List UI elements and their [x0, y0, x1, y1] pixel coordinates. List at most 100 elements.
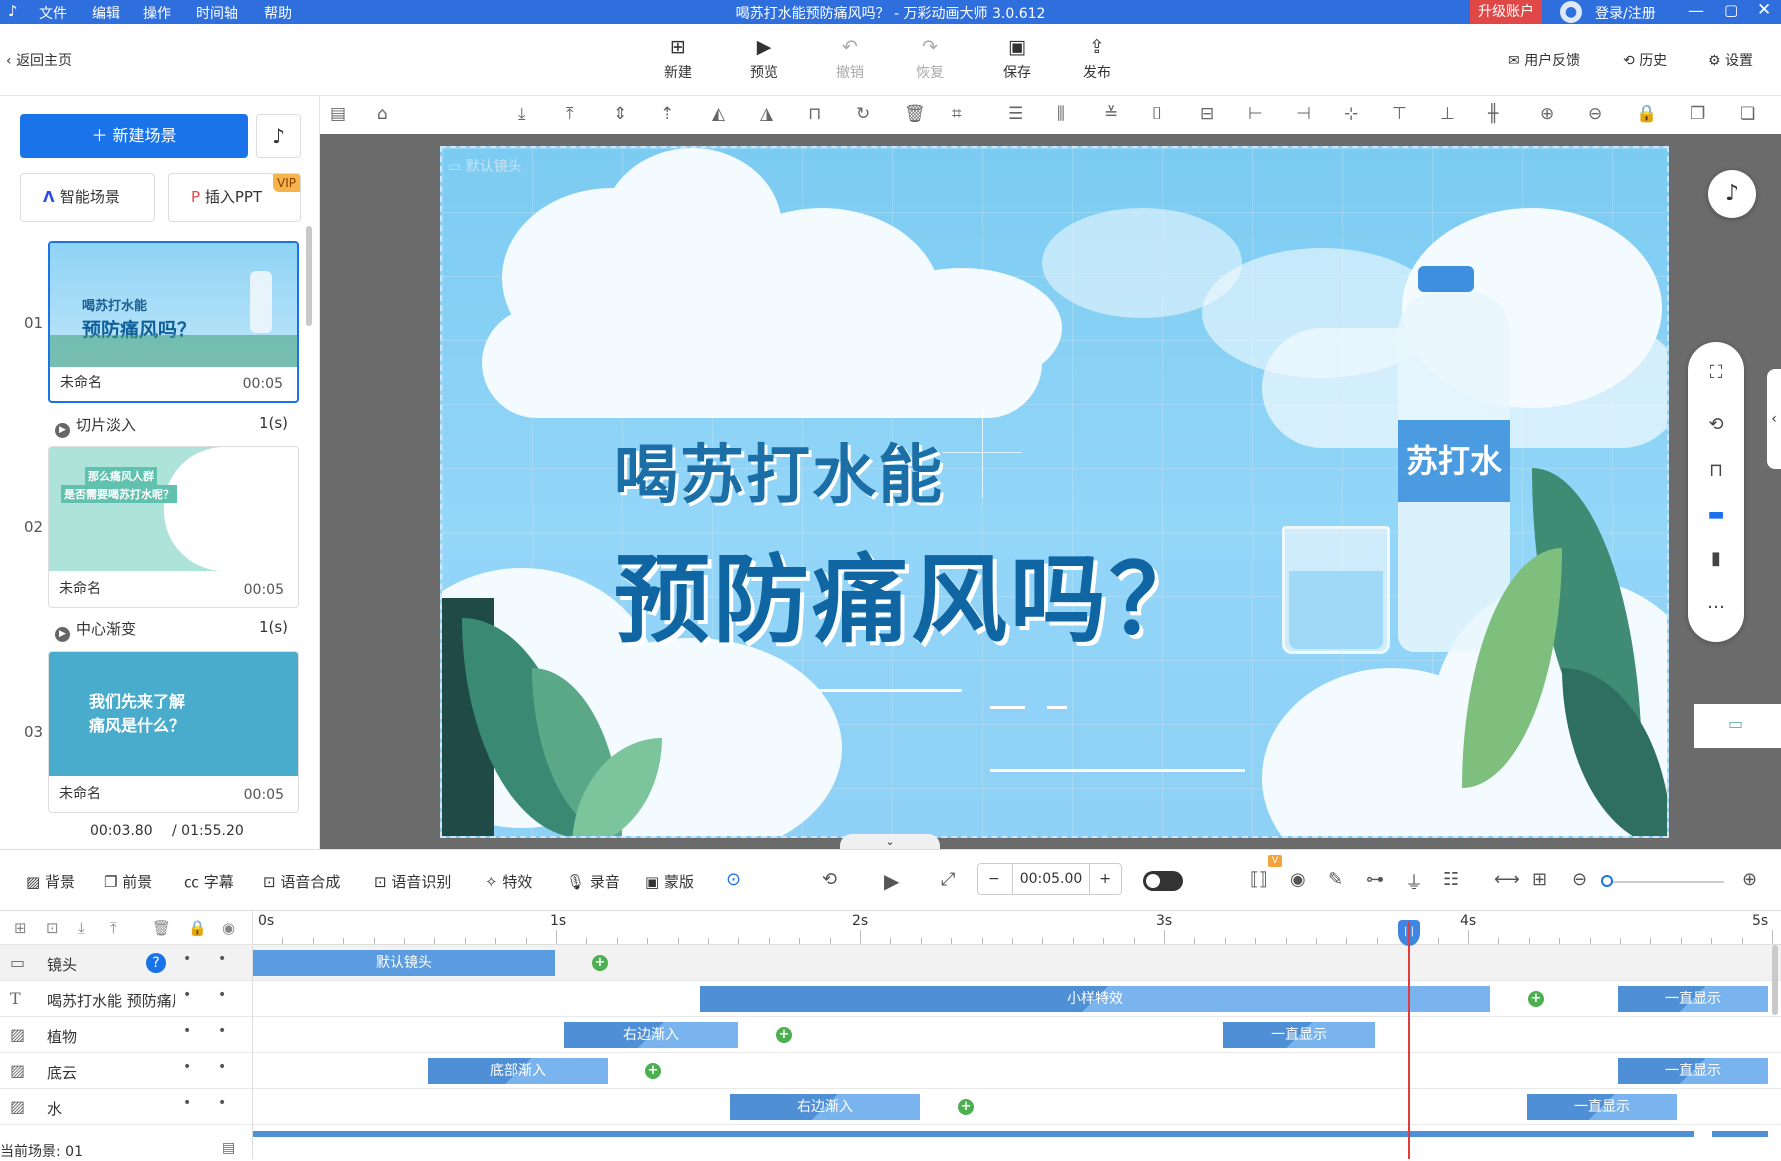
fit-timeline-icon[interactable]: ⟷	[1494, 869, 1520, 890]
add-keyframe-icon[interactable]: +	[776, 1027, 792, 1043]
timeline-segment[interactable]: 底部渐入	[428, 1058, 608, 1084]
align-bottom-icon[interactable]: ⤓	[518, 104, 526, 124]
new-button[interactable]: ⊞ 新建	[648, 36, 708, 82]
more-tools-icon[interactable]: ⊙	[726, 869, 741, 890]
login-link[interactable]: 登录/注册	[1595, 3, 1656, 23]
unlock-icon[interactable]: ⊓	[808, 104, 821, 124]
split-icon[interactable]: ⊶	[1366, 869, 1384, 890]
transition-row[interactable]: ▶ 中心渐变 1(s)	[55, 618, 300, 642]
align-bottom-edge-icon[interactable]: ⊥	[1440, 104, 1455, 124]
record-tool[interactable]: 🎙 录音	[566, 871, 620, 892]
timeline-segment[interactable]: 右边渐入	[730, 1094, 920, 1120]
track-camera[interactable]: ▭ 镜头 ? • • 默认镜头 +	[0, 945, 1781, 981]
headline-line2[interactable]: 预防痛风吗？	[614, 522, 1208, 661]
partial-track-bar[interactable]	[1712, 1131, 1768, 1137]
desktop-view-icon[interactable]: ▬	[1688, 504, 1744, 525]
track-title-text[interactable]: T 喝苏打水能 预防痛风吗？ • • 小样特效 + 一直显示	[0, 981, 1781, 1017]
align-center-icon[interactable]: ⊹	[1344, 104, 1358, 124]
lock-dot[interactable]: •	[218, 1095, 226, 1111]
distribute-h-icon[interactable]: ⫼	[1057, 104, 1065, 124]
zoom-out-timeline-icon[interactable]: ⊖	[1572, 869, 1587, 890]
redo-button[interactable]: ↷ 恢复	[900, 36, 960, 82]
scene-card-01[interactable]: 喝苏打水能 预防痛风吗？ 未命名 00:05	[48, 241, 299, 403]
edit-icon[interactable]: ✎	[1328, 869, 1343, 890]
timeline-zoom-handle[interactable]	[1601, 875, 1613, 887]
collapse-timeline[interactable]: ⌄	[840, 834, 940, 849]
mask-tool[interactable]: ▣ 蒙版	[645, 871, 694, 892]
collapse-right-panel[interactable]: ‹	[1767, 369, 1781, 469]
timeline-segment[interactable]: 小样特效	[700, 986, 1490, 1012]
align-left-icon[interactable]: ⊢	[1248, 104, 1263, 124]
new-scene-button[interactable]: ＋ 新建场景	[20, 114, 248, 158]
avatar-icon[interactable]: ●	[1560, 1, 1582, 23]
bracket-icon[interactable]: ⌷	[1152, 104, 1162, 124]
filter-icon[interactable]: ⏚	[1405, 869, 1423, 895]
timeline-segment[interactable]: 默认镜头	[253, 950, 555, 976]
back-home-link[interactable]: ‹ 返回主页	[6, 50, 72, 70]
timeline-segment[interactable]: 一直显示	[1527, 1094, 1677, 1120]
background-tool[interactable]: ▨ 背景	[26, 871, 75, 892]
move-down-icon[interactable]: ⤓	[78, 919, 85, 937]
align-top-edge-icon[interactable]: ⊤	[1392, 104, 1407, 124]
insert-ppt-button[interactable]: P 插入PPT VIP	[168, 173, 301, 222]
scene-card-03[interactable]: 我们先来了解 痛风是什么？ 未命名 00:05	[48, 651, 299, 813]
smart-scene-button[interactable]: Ʌ 智能场景	[20, 173, 155, 222]
rotate-icon[interactable]: ↻	[856, 104, 870, 124]
scene-list-scrollbar[interactable]	[306, 226, 312, 326]
zoom-in-timeline-icon[interactable]: ⊕	[1742, 869, 1757, 890]
settings-sliders-icon[interactable]: ☷	[1443, 869, 1459, 890]
maximize-icon[interactable]: ▢	[1724, 1, 1738, 19]
add-group-icon[interactable]: ⊡	[46, 919, 59, 937]
scene-music-button[interactable]: ♪	[256, 114, 301, 158]
visibility-dot[interactable]: •	[183, 1023, 191, 1039]
add-keyframe-icon[interactable]: +	[645, 1063, 661, 1079]
mini-preview[interactable]: ▭	[1694, 704, 1781, 748]
fit-width-icon[interactable]: ⊟	[1200, 104, 1214, 124]
subtitle-tool[interactable]: ㏄ 字幕	[184, 871, 234, 892]
settings-link[interactable]: ⚙ 设置	[1708, 50, 1753, 70]
visibility-dot[interactable]: •	[183, 951, 191, 967]
help-icon[interactable]: ?	[146, 953, 166, 973]
lock-icon[interactable]: 🔒	[1636, 104, 1657, 124]
timeline-segment[interactable]: 一直显示	[1223, 1022, 1375, 1048]
bring-up-icon[interactable]: ⇡	[660, 104, 674, 124]
paste-icon[interactable]: ❏	[1740, 104, 1755, 124]
visibility-dot[interactable]: •	[183, 1059, 191, 1075]
partial-track-bar[interactable]	[252, 1131, 1694, 1137]
visibility-dot[interactable]: •	[183, 1095, 191, 1111]
timeline-segment[interactable]: 右边渐入	[564, 1022, 738, 1048]
preview-button[interactable]: ▶ 预览	[734, 36, 794, 82]
add-keyframe-icon[interactable]: +	[592, 955, 608, 971]
timeline-segment[interactable]: 一直显示	[1618, 1058, 1768, 1084]
foreground-tool[interactable]: ❐ 前景	[104, 871, 152, 892]
history-link[interactable]: ⟲ 历史	[1623, 50, 1667, 70]
delete-track-icon[interactable]: 🗑	[152, 919, 171, 937]
align-middle-icon[interactable]: ⇕	[613, 104, 627, 124]
flip-icon[interactable]: ◭	[712, 104, 725, 124]
lock-dot[interactable]: •	[218, 987, 226, 1003]
upgrade-button[interactable]: 升级账户	[1470, 0, 1542, 24]
transition-row[interactable]: ▶ 切片淡入 1(s)	[55, 414, 300, 438]
effects-tool[interactable]: ✧ 特效	[485, 871, 532, 892]
add-keyframe-icon[interactable]: +	[1528, 991, 1544, 1007]
duration-stepper[interactable]: − 00:05.00 +	[977, 863, 1122, 895]
add-keyframe-icon[interactable]: +	[958, 1099, 974, 1115]
crop-icon[interactable]: ⌗	[952, 104, 962, 124]
duration-value[interactable]: 00:05.00	[1012, 864, 1090, 894]
center-v-icon[interactable]: ╫	[1488, 104, 1498, 124]
increase-duration-button[interactable]: +	[1099, 864, 1111, 894]
timeline-scrollbar[interactable]	[1772, 945, 1778, 1015]
zoom-in-icon[interactable]: ⊕	[1540, 104, 1554, 124]
scene-canvas[interactable]: 苏打水 喝苏打水能 预防痛风吗？ ▭ 默认镜头	[440, 146, 1669, 838]
fullscreen-icon[interactable]: ⤢	[941, 869, 955, 890]
rotate-canvas-icon[interactable]: ⟲	[1688, 414, 1744, 435]
save-button[interactable]: ▣ 保存	[987, 36, 1047, 82]
mobile-view-icon[interactable]: ▮	[1688, 548, 1744, 569]
lock-dot[interactable]: •	[218, 1023, 226, 1039]
replay-icon[interactable]: ⟲	[822, 869, 837, 890]
ruler-icon[interactable]: ▤	[330, 104, 346, 124]
zoom-out-icon[interactable]: ⊖	[1588, 104, 1602, 124]
headline-line1[interactable]: 喝苏打水能	[614, 424, 944, 516]
undo-button[interactable]: ↶ 撤销	[820, 36, 880, 82]
delete-icon[interactable]: 🗑	[904, 104, 926, 124]
